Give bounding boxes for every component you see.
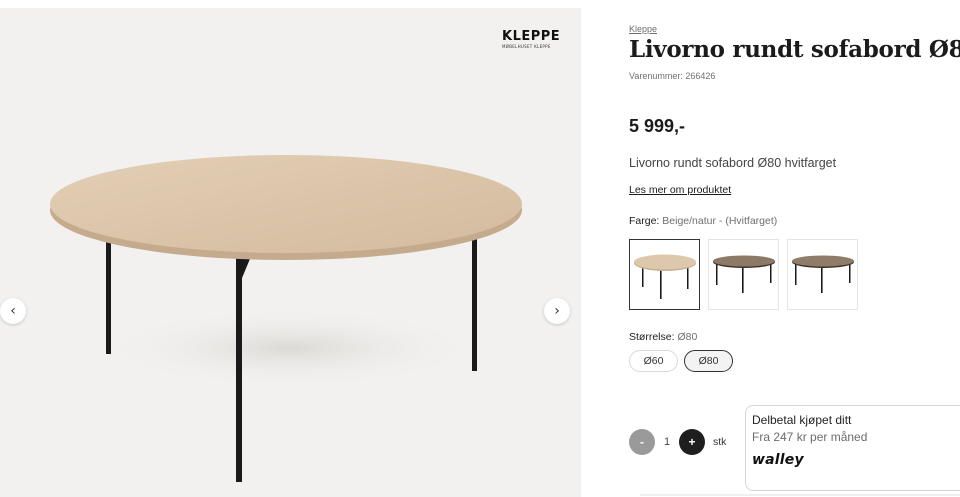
brand-logo-tagline: MØBELHUSET KLEPPE	[502, 44, 551, 49]
product-info-panel: Kleppe Livorno rundt sofabord Ø80 Varenu…	[629, 0, 960, 497]
read-more-link[interactable]: Les mer om produktet	[629, 184, 731, 196]
size-value: Ø80	[677, 331, 698, 343]
financing-widget[interactable]: Delbetal kjøpet ditt Fra 247 kr per måne…	[745, 405, 960, 491]
brand-link[interactable]: Kleppe	[629, 24, 657, 34]
quantity-decrease-button[interactable]: -	[629, 429, 655, 455]
color-value: Beige/natur - (Hvitfarget)	[662, 215, 778, 227]
price: 5 999,-	[629, 116, 686, 136]
divider	[640, 494, 960, 496]
short-description: Livorno rundt sofabord Ø80 hvitfarget	[629, 156, 837, 170]
brand-logo: KLEPPE MØBELHUSET KLEPPE	[502, 30, 562, 56]
quantity-input[interactable]: 1	[655, 429, 679, 455]
size-label: Størrelse:	[629, 331, 675, 343]
brand-logo-text: KLEPPE	[502, 29, 561, 44]
swatch-image	[633, 254, 696, 299]
color-label: Farge:	[629, 215, 660, 227]
quantity-stepper: - 1 + stk	[629, 429, 726, 455]
gallery-next-button[interactable]: ›	[544, 298, 570, 324]
quantity-increase-button[interactable]: +	[679, 429, 705, 455]
walley-logo: walley	[752, 452, 804, 468]
size-option-80[interactable]: Ø80	[684, 350, 733, 372]
size-selection-label: Størrelse: Ø80	[629, 331, 697, 343]
color-swatch-beige[interactable]	[629, 239, 700, 310]
gallery-prev-button[interactable]: ‹	[0, 298, 26, 324]
color-swatch-dark-brown[interactable]	[708, 239, 779, 310]
color-swatches	[629, 239, 858, 310]
color-selection-label: Farge: Beige/natur - (Hvitfarget)	[629, 215, 777, 227]
product-image	[50, 155, 522, 482]
financing-subtitle: Fra 247 kr per måned	[752, 430, 868, 444]
product-image-gallery: KLEPPE MØBELHUSET KLEPPE ‹ ›	[0, 8, 581, 497]
swatch-image	[791, 255, 854, 293]
size-options: Ø60 Ø80	[629, 350, 733, 372]
chevron-left-icon: ‹	[10, 303, 16, 319]
sku-number: Varenummer: 266426	[629, 71, 716, 81]
financing-title: Delbetal kjøpet ditt	[752, 413, 852, 427]
chevron-right-icon: ›	[554, 303, 560, 319]
quantity-unit: stk	[713, 436, 727, 448]
color-swatch-dark-brown-2[interactable]	[787, 239, 858, 310]
size-option-60[interactable]: Ø60	[629, 350, 678, 372]
page-title: Livorno rundt sofabord Ø80	[629, 36, 960, 63]
swatch-image	[712, 255, 775, 293]
